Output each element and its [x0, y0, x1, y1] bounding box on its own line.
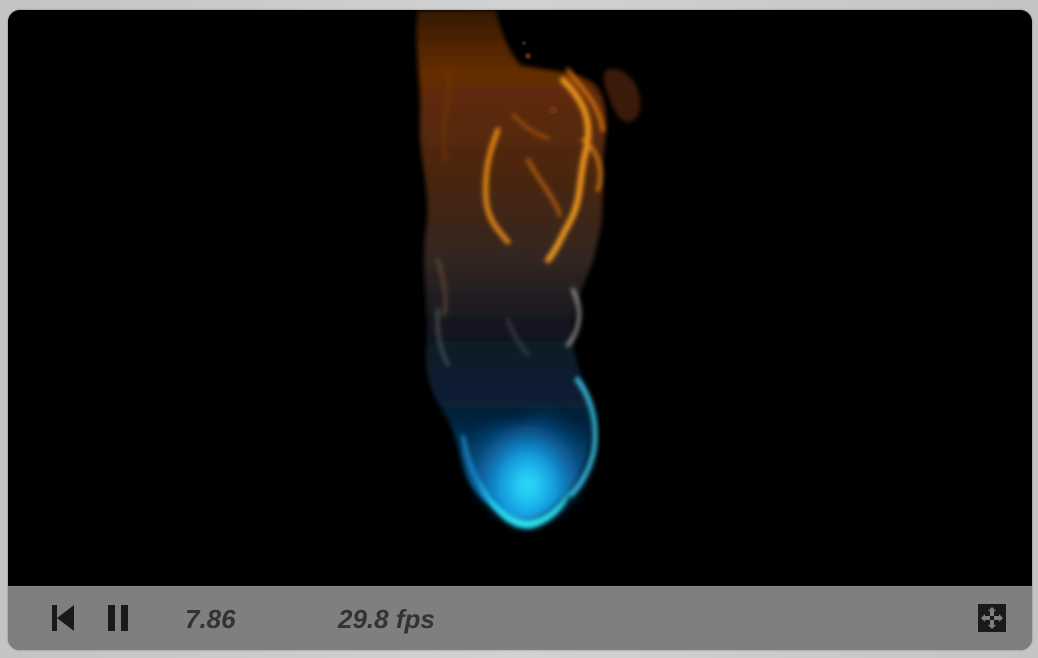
restart-button[interactable]: [46, 601, 80, 635]
fullscreen-button[interactable]: [975, 601, 1009, 635]
flame-render: [416, 10, 641, 529]
render-canvas[interactable]: [8, 10, 1032, 586]
control-bar: 7.86 29.8 fps: [8, 586, 1032, 650]
skip-to-start-icon: [52, 605, 74, 631]
animation-player: 7.86 29.8 fps: [8, 10, 1032, 650]
pause-button[interactable]: [101, 601, 135, 635]
fps-readout: 29.8 fps: [338, 604, 435, 634]
fullscreen-icon: [978, 604, 1006, 632]
time-readout: 7.86: [185, 604, 236, 634]
pause-icon: [108, 605, 128, 631]
